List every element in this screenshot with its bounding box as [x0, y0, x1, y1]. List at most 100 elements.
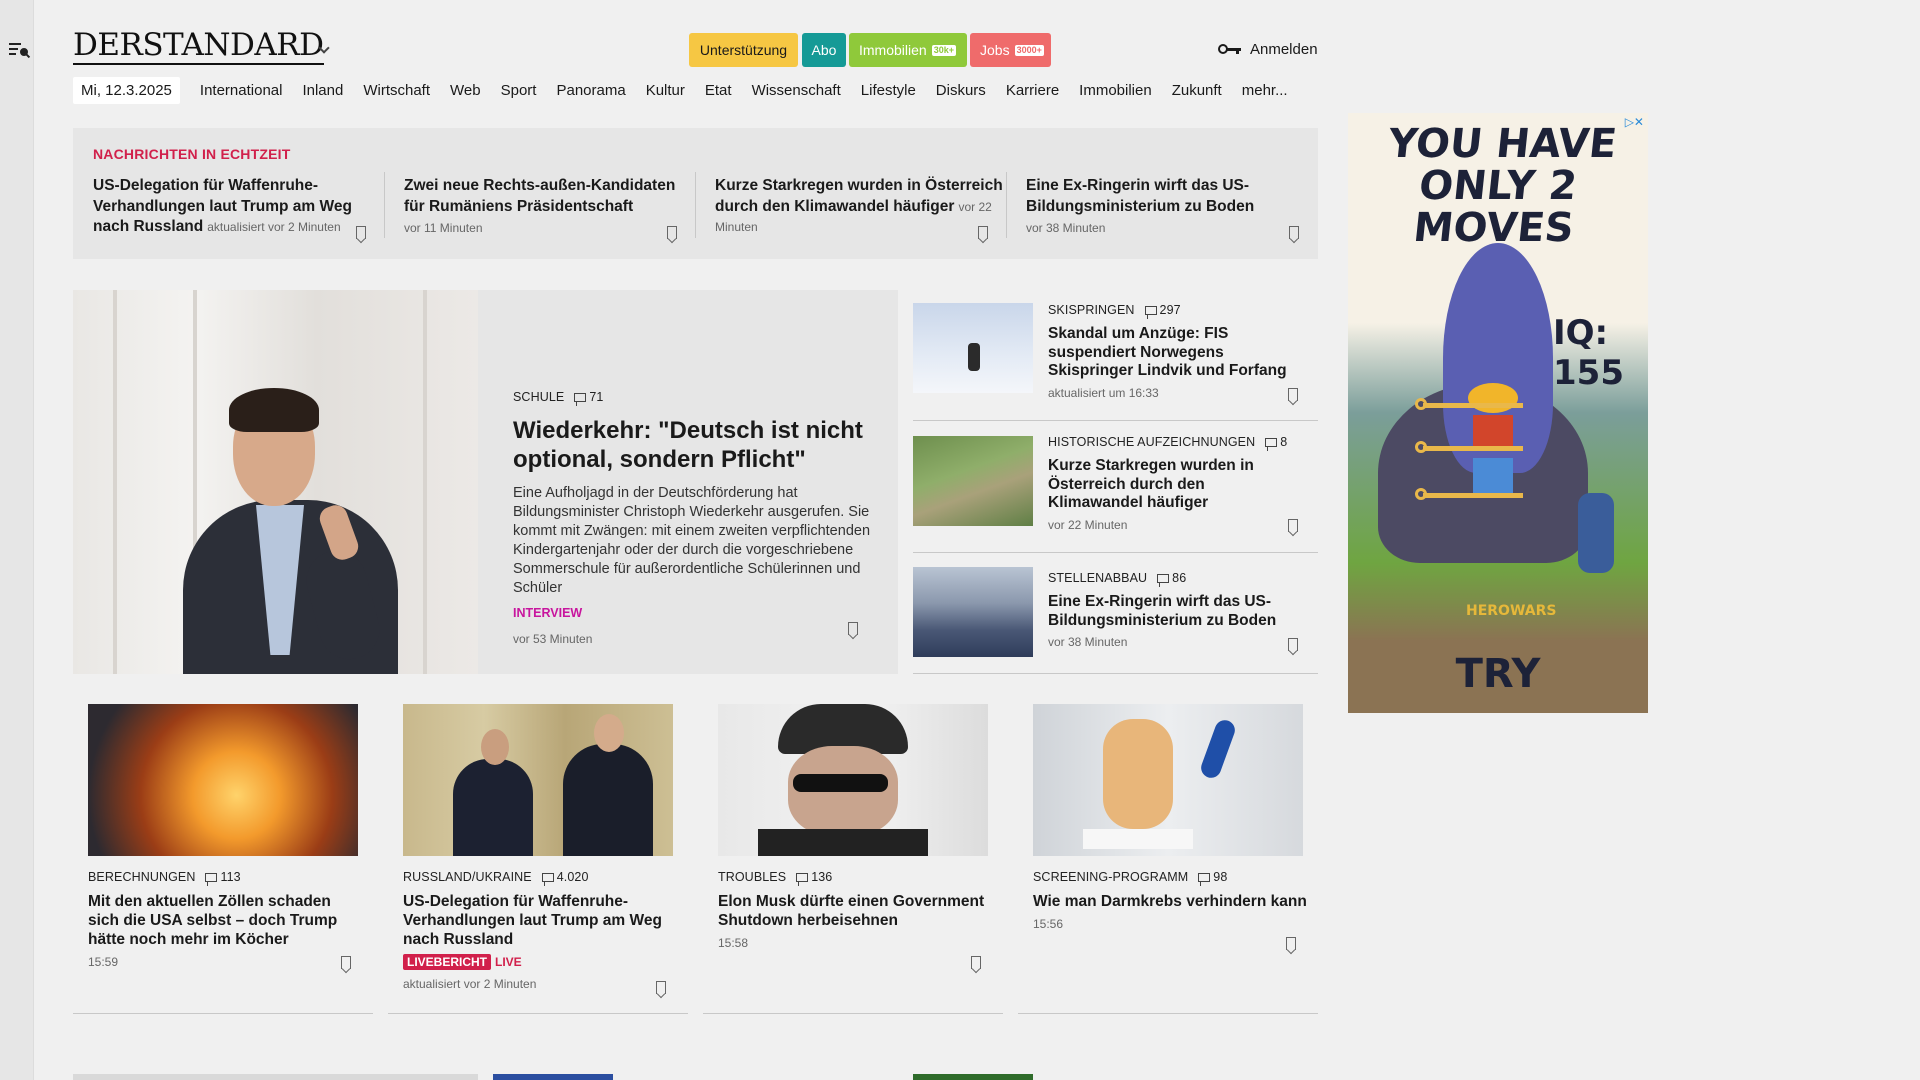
live-news-item[interactable]: Zwei neue Rechts-außen-Kandidaten für Ru… [384, 172, 694, 242]
article-title[interactable]: Mit den aktuellen Zöllen schaden sich di… [88, 892, 363, 949]
bookmark-icon[interactable] [1288, 519, 1298, 532]
comment-icon [1157, 574, 1170, 587]
nav-item-diskurs[interactable]: Diskurs [936, 82, 986, 99]
article-title[interactable]: Wie man Darmkrebs verhindern kann [1033, 892, 1308, 911]
next-row-peek [73, 1074, 478, 1080]
comment-count[interactable]: 113 [220, 870, 240, 884]
bookmark-icon[interactable] [341, 956, 351, 969]
live-news-title[interactable]: Eine Ex-Ringerin wirft das US-Bildungsmi… [1026, 177, 1254, 215]
site-logo[interactable]: DERSTANDARD [73, 27, 324, 65]
live-news-item[interactable]: Kurze Starkregen wurden in Österreich du… [695, 172, 1005, 242]
nav-item-immobilien[interactable]: Immobilien [1079, 82, 1152, 99]
key-icon [1218, 43, 1242, 55]
nav-item-international[interactable]: International [200, 82, 283, 99]
support-button[interactable]: Unterstützung [689, 33, 798, 67]
article-image[interactable] [1033, 704, 1303, 856]
article-kicker: SCREENING-PROGRAMM 98 [1033, 870, 1228, 886]
comment-count[interactable]: 136 [811, 870, 832, 884]
nav-item-zukunft[interactable]: Zukunft [1172, 82, 1222, 99]
nav-item-wirtschaft[interactable]: Wirtschaft [363, 82, 430, 99]
live-news-box: NACHRICHTEN IN ECHTZEIT US-Delegation fü… [73, 128, 1318, 259]
article-image[interactable] [913, 303, 1033, 393]
bookmark-icon[interactable] [1289, 226, 1299, 239]
teaser-card[interactable]: RUSSLAND/UKRAINE 4.020 US-Delegation für … [388, 704, 688, 1014]
nav-item-etat[interactable]: Etat [705, 82, 732, 99]
menu-search-icon[interactable] [9, 42, 31, 60]
nav-item-inland[interactable]: Inland [302, 82, 343, 99]
bookmark-icon[interactable] [1288, 638, 1298, 651]
comment-count[interactable]: 71 [589, 390, 603, 404]
bookmark-icon[interactable] [356, 226, 366, 239]
ad-headline: YOU HAVE ONLY 2 MOVES [1386, 121, 1619, 251]
side-article[interactable]: STELLENABBAU 86 Eine Ex-Ringerin wirft da… [913, 553, 1318, 674]
article-time: vor 22 Minuten [1048, 517, 1128, 532]
teaser-card[interactable]: SCREENING-PROGRAMM 98 Wie man Darmkrebs v… [1018, 704, 1318, 1014]
abo-button[interactable]: Abo [802, 33, 846, 67]
side-article[interactable]: SKISPRINGEN 297 Skandal um Anzüge: FIS su… [913, 290, 1318, 421]
comment-icon [1265, 438, 1278, 451]
article-image[interactable] [718, 704, 988, 856]
article-time: aktualisiert um 16:33 [1048, 385, 1159, 400]
advertisement[interactable]: ▷✕ YOU HAVE ONLY 2 MOVES IQ: 155 HEROWAR… [1348, 113, 1648, 713]
article-kicker: HISTORISCHE AUFZEICHNUNGEN 8 [1048, 435, 1288, 451]
immobilien-button[interactable]: Immobilien 30k+ [849, 33, 967, 67]
nav-item-lifestyle[interactable]: Lifestyle [861, 82, 916, 99]
article-image[interactable] [88, 704, 358, 856]
teaser-card[interactable]: BERECHNUNGEN 113 Mit den aktuellen Zöllen… [73, 704, 373, 1014]
live-news-time: aktualisiert vor 2 Minuten [207, 220, 341, 234]
hero-article[interactable]: SCHULE 71 Wiederkehr: "Deutsch ist nicht … [73, 290, 898, 674]
bookmark-icon[interactable] [667, 226, 677, 239]
login-button[interactable]: Anmelden [1218, 38, 1318, 60]
article-time: 15:56 [1033, 917, 1064, 931]
comment-count[interactable]: 4.020 [557, 870, 589, 884]
article-title[interactable]: Skandal um Anzüge: FIS suspendiert Norwe… [1048, 325, 1298, 381]
nav-item-more[interactable]: mehr... [1242, 82, 1288, 99]
bookmark-icon[interactable] [656, 981, 666, 994]
article-kicker: RUSSLAND/UKRAINE 4.020 [403, 870, 589, 886]
left-rail [0, 0, 34, 1080]
jobs-badge: 3000+ [1014, 44, 1044, 56]
ad-cta-button[interactable]: TRY [1348, 651, 1648, 697]
live-news-item[interactable]: US-Delegation für Waffenruhe-Verhandlung… [93, 176, 383, 242]
teaser-card[interactable]: TROUBLES 136 Elon Musk dürfte einen Gover… [703, 704, 1003, 1014]
article-image[interactable] [913, 567, 1033, 657]
comment-count[interactable]: 98 [1213, 870, 1227, 884]
article-kicker: STELLENABBAU 86 [1048, 571, 1187, 587]
live-report-tag: LIVEBERICHT LIVE [403, 954, 522, 970]
jobs-button[interactable]: Jobs 3000+ [970, 33, 1051, 67]
article-image[interactable] [913, 436, 1033, 526]
nav-item-wissenschaft[interactable]: Wissenschaft [752, 82, 841, 99]
comment-icon [574, 393, 587, 406]
next-row-peek [493, 1074, 613, 1080]
nav-item-kultur[interactable]: Kultur [646, 82, 685, 99]
hero-image[interactable] [73, 290, 478, 674]
nav-item-panorama[interactable]: Panorama [556, 82, 625, 99]
hero-title[interactable]: Wiederkehr: "Deutsch ist nicht optional,… [513, 416, 873, 474]
bookmark-icon[interactable] [848, 622, 858, 635]
bookmark-icon[interactable] [978, 226, 988, 239]
live-news-title[interactable]: Zwei neue Rechts-außen-Kandidaten für Ru… [404, 177, 675, 215]
live-news-kicker: NACHRICHTEN IN ECHTZEIT [93, 146, 291, 162]
article-image[interactable] [403, 704, 673, 856]
side-article[interactable]: HISTORISCHE AUFZEICHNUNGEN 8 Kurze Starkr… [913, 421, 1318, 553]
interview-tag: INTERVIEW [513, 606, 583, 620]
article-title[interactable]: Eine Ex-Ringerin wirft das US-Bildungsmi… [1048, 593, 1298, 630]
article-title[interactable]: Kurze Starkregen wurden in Österreich du… [1048, 457, 1298, 513]
article-time: vor 53 Minuten [513, 632, 593, 646]
bookmark-icon[interactable] [971, 956, 981, 969]
nav-item-sport[interactable]: Sport [501, 82, 537, 99]
comment-icon [1198, 873, 1211, 886]
article-title[interactable]: US-Delegation für Waffenruhe-Verhandlung… [403, 892, 678, 949]
nav-item-web[interactable]: Web [450, 82, 481, 99]
comment-count[interactable]: 297 [1160, 303, 1181, 317]
nav-item-karriere[interactable]: Karriere [1006, 82, 1059, 99]
comment-count[interactable]: 86 [1172, 571, 1186, 585]
article-title[interactable]: Elon Musk dürfte einen Government Shutdo… [718, 892, 993, 930]
bookmark-icon[interactable] [1288, 388, 1298, 401]
live-news-item[interactable]: Eine Ex-Ringerin wirft das US-Bildungsmi… [1006, 172, 1316, 242]
bookmark-icon[interactable] [1286, 937, 1296, 950]
article-time: 15:59 [88, 955, 119, 969]
comment-count[interactable]: 8 [1280, 435, 1287, 449]
article-kicker: BERECHNUNGEN 113 [88, 870, 241, 886]
article-time: vor 38 Minuten [1048, 635, 1128, 649]
